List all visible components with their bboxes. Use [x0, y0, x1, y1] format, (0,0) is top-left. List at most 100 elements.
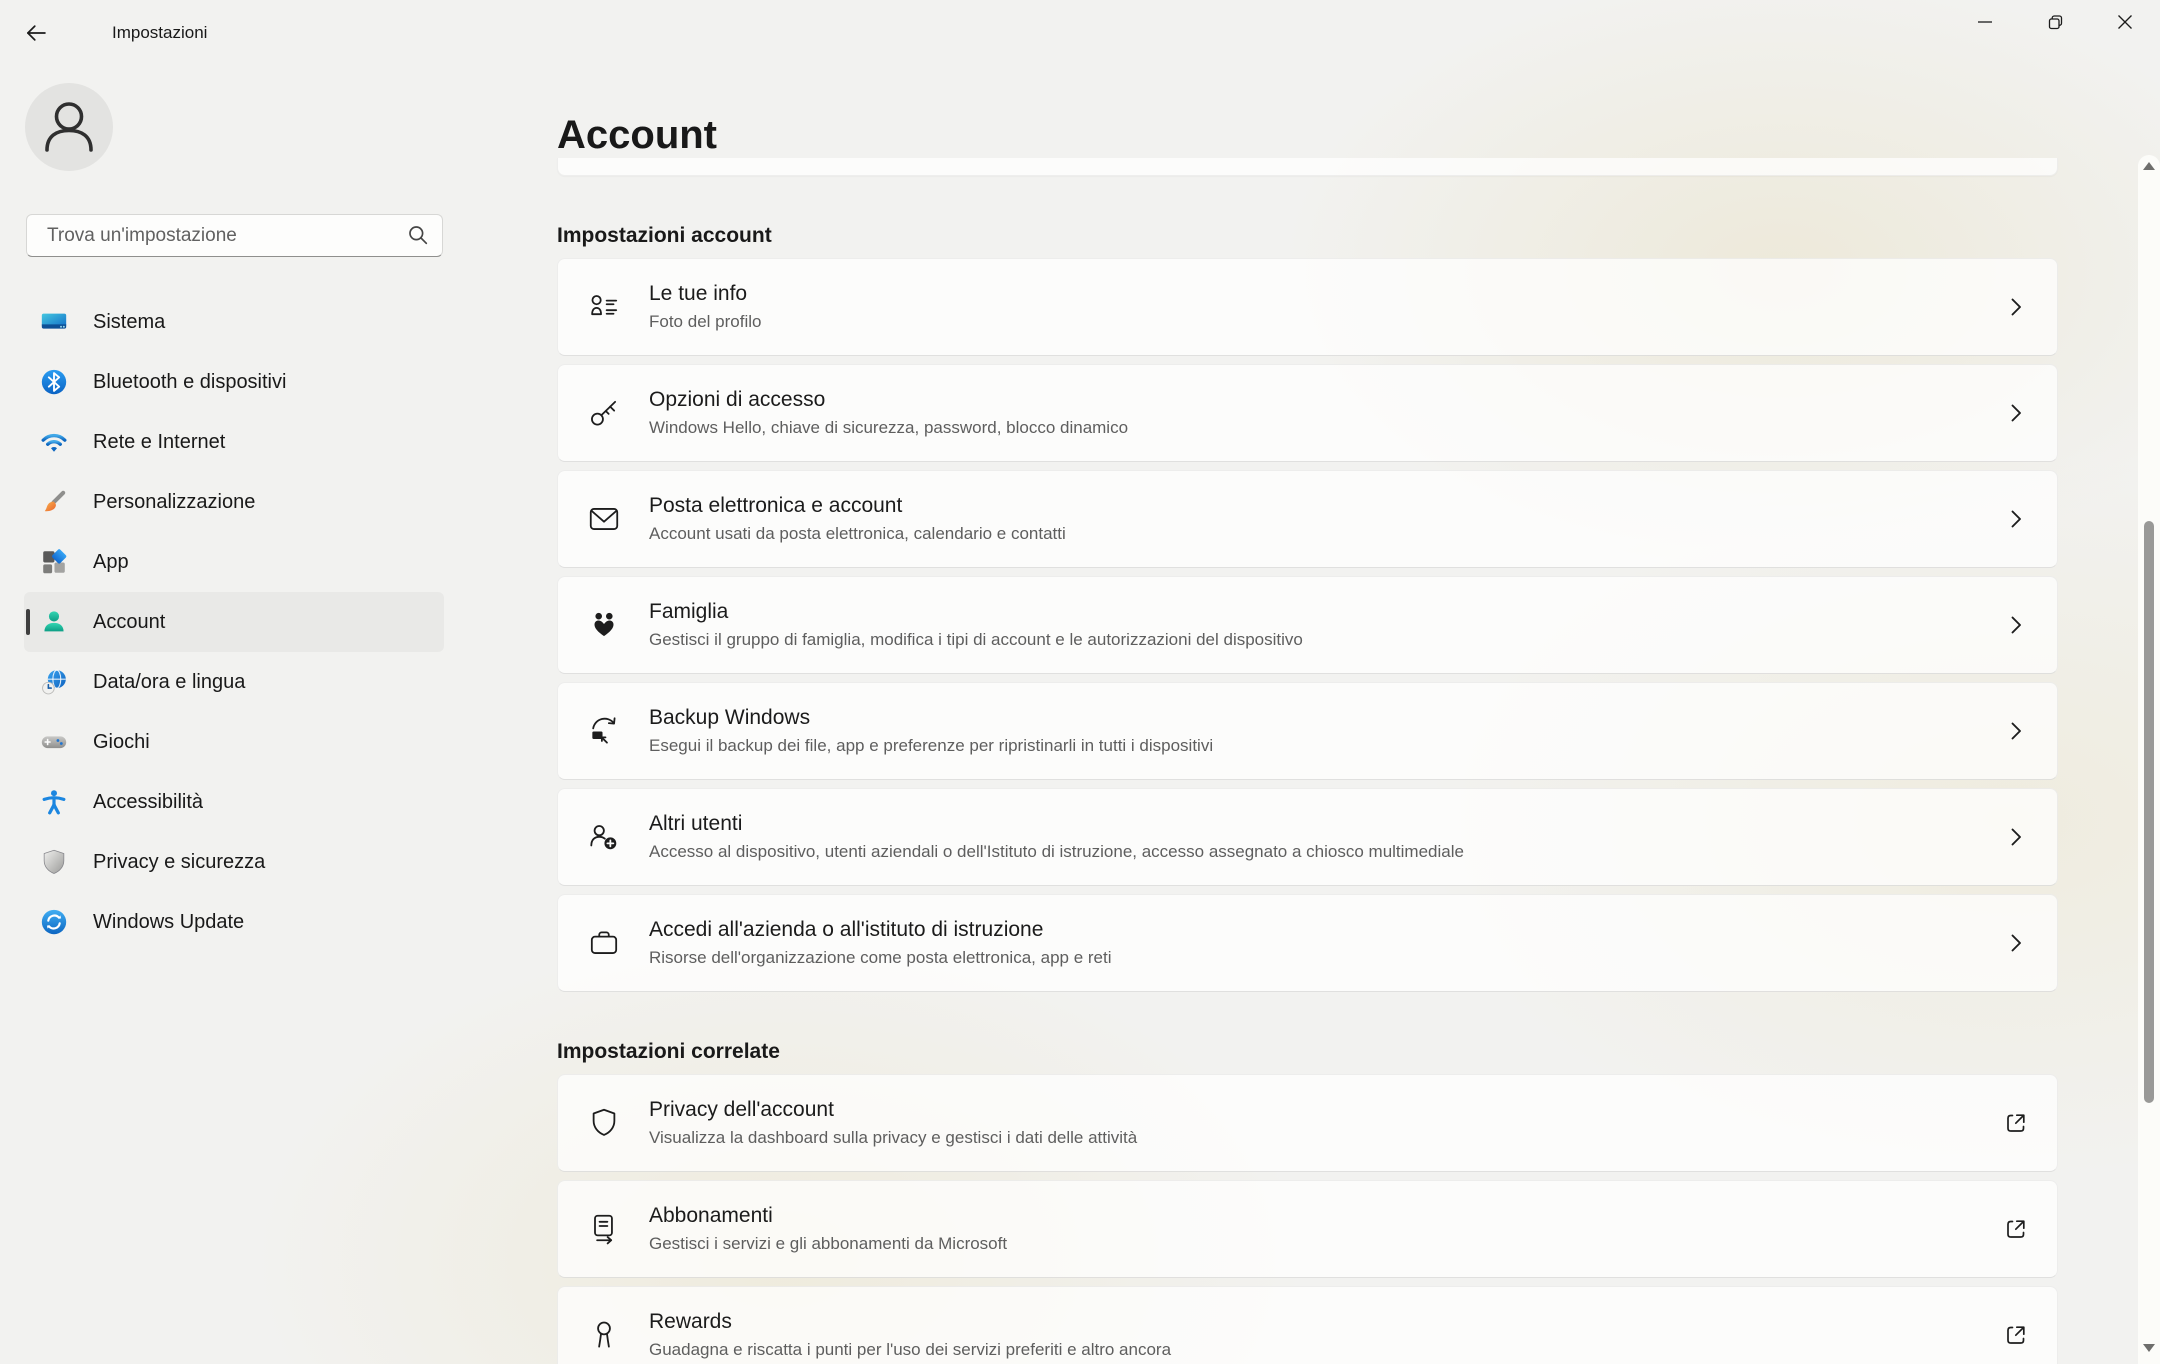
setting-title: Opzioni di accesso [649, 387, 1128, 413]
sidebar-item-accessibilita[interactable]: Accessibilità [24, 772, 444, 832]
search-box [26, 214, 443, 257]
section-heading-account: Impostazioni account [557, 222, 2058, 249]
sidebar-item-label: Bluetooth e dispositivi [93, 371, 286, 394]
setting-title: Privacy dell'account [649, 1097, 1137, 1123]
chevron-right-icon [1999, 926, 2033, 960]
external-link-icon [1999, 1212, 2033, 1246]
scrollbar-down-arrow-icon[interactable] [2143, 1344, 2155, 1352]
setting-title: Accedi all'azienda o all'istituto di ist… [649, 917, 1112, 943]
privacy-icon [39, 847, 69, 877]
clipped-card[interactable] [557, 158, 2058, 176]
sidebar-item-personalizzazione[interactable]: Personalizzazione [24, 472, 444, 532]
sidebar-item-label: Personalizzazione [93, 491, 255, 514]
apps-icon [39, 547, 69, 577]
setting-subtitle: Gestisci i servizi e gli abbonamenti da … [649, 1233, 1007, 1255]
sidebar-item-label: Accessibilità [93, 791, 203, 814]
minimize-icon [1977, 14, 1993, 30]
account-icon [39, 607, 69, 637]
setting-card-le-tue-info[interactable]: Le tue info Foto del profilo [557, 258, 2058, 356]
caption-controls [1950, 0, 2160, 44]
personalization-icon [39, 487, 69, 517]
sidebar-item-rete[interactable]: Rete e Internet [24, 412, 444, 472]
setting-card-backup-windows[interactable]: Backup Windows Esegui il backup dei file… [557, 682, 2058, 780]
family-icon [586, 607, 622, 643]
setting-subtitle: Foto del profilo [649, 311, 761, 333]
sidebar-item-label: Giochi [93, 731, 150, 754]
mail-icon [586, 501, 622, 537]
scrollbar-thumb[interactable] [2144, 521, 2154, 1103]
time-language-icon [39, 667, 69, 697]
sidebar-item-label: Sistema [93, 311, 165, 334]
titlebar: Impostazioni [0, 0, 2160, 48]
scrollbar-up-arrow-icon[interactable] [2143, 162, 2155, 170]
sidebar-item-giochi[interactable]: Giochi [24, 712, 444, 772]
section-heading-correlate: Impostazioni correlate [557, 1038, 2058, 1065]
accessibility-icon [39, 787, 69, 817]
setting-card-famiglia[interactable]: Famiglia Gestisci il gruppo di famiglia,… [557, 576, 2058, 674]
setting-title: Backup Windows [649, 705, 1213, 731]
bluetooth-icon [39, 367, 69, 397]
chevron-right-icon [1999, 608, 2033, 642]
settings-content: Impostazioni account Le tue info Foto de… [557, 158, 2058, 1364]
setting-title: Rewards [649, 1309, 1171, 1335]
restore-button[interactable] [2020, 0, 2090, 44]
chevron-right-icon [1999, 714, 2033, 748]
setting-title: Le tue info [649, 281, 761, 307]
setting-card-rewards[interactable]: Rewards Guadagna e riscatta i punti per … [557, 1286, 2058, 1364]
add-user-icon [586, 819, 622, 855]
sidebar-item-windows-update[interactable]: Windows Update [24, 892, 444, 952]
setting-card-posta-elettronica[interactable]: Posta elettronica e account Account usat… [557, 470, 2058, 568]
setting-title: Altri utenti [649, 811, 1464, 837]
external-link-icon [1999, 1318, 2033, 1352]
shield-icon [586, 1105, 622, 1141]
sidebar-item-bluetooth[interactable]: Bluetooth e dispositivi [24, 352, 444, 412]
setting-subtitle: Accesso al dispositivo, utenti aziendali… [649, 841, 1464, 863]
close-icon [2117, 14, 2133, 30]
chevron-right-icon [1999, 502, 2033, 536]
page-title: Account [557, 111, 717, 159]
external-link-icon [1999, 1106, 2033, 1140]
setting-card-abbonamenti[interactable]: Abbonamenti Gestisci i servizi e gli abb… [557, 1180, 2058, 1278]
sidebar-item-label: Rete e Internet [93, 431, 225, 454]
setting-subtitle: Risorse dell'organizzazione come posta e… [649, 947, 1112, 969]
setting-subtitle: Account usati da posta elettronica, cale… [649, 523, 1066, 545]
close-button[interactable] [2090, 0, 2160, 44]
backup-icon [586, 713, 622, 749]
sidebar-nav: Sistema Bluetooth e dispositivi Rete e I… [24, 292, 444, 952]
chevron-right-icon [1999, 820, 2033, 854]
setting-title: Famiglia [649, 599, 1303, 625]
sidebar-item-app[interactable]: App [24, 532, 444, 592]
sidebar-item-label: App [93, 551, 129, 574]
sidebar-item-sistema[interactable]: Sistema [24, 292, 444, 352]
windows-update-icon [39, 907, 69, 937]
key-icon [586, 395, 622, 431]
setting-subtitle: Guadagna e riscatta i punti per l'uso de… [649, 1339, 1171, 1361]
chevron-right-icon [1999, 396, 2033, 430]
rewards-icon [586, 1317, 622, 1353]
sidebar-item-account[interactable]: Account [24, 592, 444, 652]
setting-title: Abbonamenti [649, 1203, 1007, 1229]
back-arrow-icon [23, 20, 49, 46]
search-icon[interactable] [407, 224, 429, 246]
search-input[interactable] [26, 214, 443, 257]
setting-card-altri-utenti[interactable]: Altri utenti Accesso al dispositivo, ute… [557, 788, 2058, 886]
settings-window: Impostazioni [0, 0, 2160, 1364]
briefcase-icon [586, 925, 622, 961]
setting-subtitle: Esegui il backup dei file, app e prefere… [649, 735, 1213, 757]
restore-icon [2047, 14, 2064, 31]
system-icon [39, 307, 69, 337]
minimize-button[interactable] [1950, 0, 2020, 44]
setting-card-privacy-account[interactable]: Privacy dell'account Visualizza la dashb… [557, 1074, 2058, 1172]
sidebar-item-privacy[interactable]: Privacy e sicurezza [24, 832, 444, 892]
app-title: Impostazioni [112, 22, 207, 44]
sidebar-item-data-ora-lingua[interactable]: Data/ora e lingua [24, 652, 444, 712]
setting-title: Posta elettronica e account [649, 493, 1066, 519]
avatar [25, 83, 113, 171]
sidebar-item-label: Privacy e sicurezza [93, 851, 265, 874]
chevron-right-icon [1999, 290, 2033, 324]
sidebar-item-label: Data/ora e lingua [93, 671, 245, 694]
back-button[interactable] [22, 19, 50, 47]
gaming-icon [39, 727, 69, 757]
setting-card-opzioni-di-accesso[interactable]: Opzioni di accesso Windows Hello, chiave… [557, 364, 2058, 462]
setting-card-azienda-istruzione[interactable]: Accedi all'azienda o all'istituto di ist… [557, 894, 2058, 992]
